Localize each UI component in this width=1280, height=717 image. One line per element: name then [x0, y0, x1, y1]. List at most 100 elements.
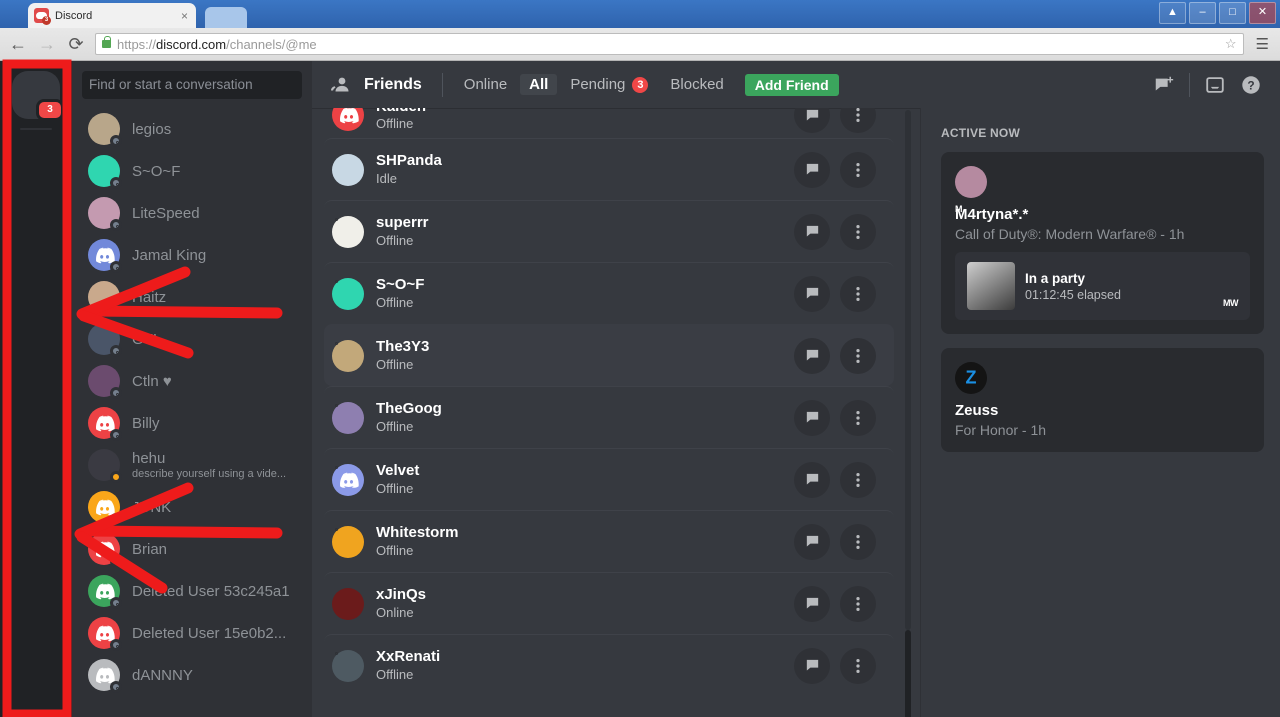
home-button[interactable]: 3 — [12, 71, 64, 121]
active-user: M4rtyna*.* Call of Duty®: Modern Warfare®… — [955, 166, 1250, 242]
status-indicator — [110, 387, 122, 399]
message-icon[interactable] — [794, 647, 830, 684]
dm-list-item[interactable]: hehu describe yourself using a vide... — [80, 444, 304, 486]
friend-name: XxRenati — [376, 648, 441, 665]
avatar — [88, 491, 122, 525]
friends-list[interactable]: KaidenOffline SHPandaIdle superrrOfflineS~… — [312, 108, 920, 717]
inbox-icon[interactable] — [1204, 74, 1226, 96]
game-artwork — [967, 262, 1015, 310]
friend-row[interactable]: TheGoog Offline — [324, 386, 894, 448]
message-icon[interactable] — [794, 399, 830, 436]
message-icon[interactable] — [794, 523, 830, 560]
add-friend-button[interactable]: Add Friend — [744, 73, 839, 96]
more-options-icon[interactable] — [840, 461, 876, 498]
browser-menu-icon[interactable]: ☰ — [1253, 35, 1272, 53]
more-options-icon[interactable] — [840, 151, 876, 188]
message-icon[interactable] — [794, 108, 830, 133]
dm-list-item[interactable]: dANNNY — [80, 654, 304, 696]
dm-list-item[interactable]: Deleted User 53c245a1 — [80, 570, 304, 612]
help-icon[interactable]: ? — [1240, 74, 1262, 96]
dm-list-item[interactable]: Haitz — [80, 276, 304, 318]
dm-list[interactable]: legios S~O~F LiteSpeed Jamal King Haitz GTI Ct… — [72, 108, 312, 717]
dm-list-item[interactable]: legios — [80, 108, 304, 150]
more-options-icon[interactable] — [840, 523, 876, 560]
party-title: In a party — [1025, 270, 1086, 286]
new-tab-button[interactable] — [205, 7, 247, 28]
dm-list-item[interactable]: Jamal King — [80, 234, 304, 276]
more-options-icon[interactable] — [840, 585, 876, 622]
avatar — [955, 166, 987, 198]
more-options-icon[interactable] — [840, 337, 876, 374]
friend-row[interactable]: KaidenOffline — [324, 108, 894, 138]
tab-pending[interactable]: Pending 3 — [561, 74, 657, 95]
browser-tabstrip: 3 Discord × ▲ – □ ✕ — [0, 0, 1280, 28]
dm-name: JUNK — [132, 498, 172, 516]
window-minimize-button[interactable]: – — [1189, 2, 1216, 24]
avatar — [88, 533, 122, 567]
dm-list-item[interactable]: Billy — [80, 402, 304, 444]
friend-status: Offline — [376, 480, 414, 496]
active-now-cards: M4rtyna*.* Call of Duty®: Modern Warfare®… — [941, 152, 1264, 452]
tab-online[interactable]: Online — [455, 74, 516, 95]
dm-list-item[interactable]: Deleted User 15e0b2... — [80, 612, 304, 654]
tab-label: Online — [463, 76, 508, 93]
row-actions — [794, 585, 876, 622]
row-actions — [794, 399, 876, 436]
new-dm-icon[interactable] — [1153, 74, 1175, 96]
forward-icon[interactable]: → — [37, 35, 57, 53]
more-options-icon[interactable] — [840, 213, 876, 250]
friend-row[interactable]: XxRenati Offline — [324, 634, 894, 696]
friend-row[interactable]: Velvet Offline — [324, 448, 894, 510]
avatar-initial: M — [955, 204, 963, 214]
message-icon[interactable] — [794, 461, 830, 498]
message-icon[interactable] — [794, 337, 830, 374]
status-indicator — [110, 639, 122, 651]
more-options-icon[interactable] — [840, 275, 876, 312]
avatar — [88, 659, 122, 693]
address-bar[interactable]: https://discord.com/channels/@me ☆ — [95, 33, 1244, 55]
friend-row[interactable]: xJinQs Online — [324, 572, 894, 634]
avatar — [88, 449, 122, 483]
scrollbar-thumb[interactable] — [905, 630, 911, 717]
avatar — [332, 108, 364, 131]
more-options-icon[interactable] — [840, 108, 876, 133]
tab-all[interactable]: All — [520, 74, 558, 95]
more-options-icon[interactable] — [840, 399, 876, 436]
dm-text: Deleted User 53c245a1 — [132, 583, 290, 600]
more-options-icon[interactable] — [840, 647, 876, 684]
dm-list-item[interactable]: S~O~F — [80, 150, 304, 192]
dm-list-item[interactable]: GTI — [80, 318, 304, 360]
dm-list-item[interactable]: Ctln ♥ — [80, 360, 304, 402]
dm-list-item[interactable]: Brian — [80, 528, 304, 570]
tab-blocked[interactable]: Blocked — [661, 74, 732, 95]
friend-row[interactable]: superrr Offline — [324, 200, 894, 262]
close-tab-icon[interactable]: × — [179, 9, 190, 23]
back-icon[interactable]: ← — [8, 35, 28, 53]
window-user-icon[interactable]: ▲ — [1159, 2, 1186, 24]
friends-scrollbar[interactable] — [904, 110, 912, 717]
browser-tab-discord[interactable]: 3 Discord × — [28, 3, 196, 28]
dm-name: GTI — [132, 330, 157, 348]
dm-name: legios — [132, 120, 172, 138]
dm-list-item[interactable]: LiteSpeed — [80, 192, 304, 234]
status-indicator — [110, 177, 122, 189]
active-now-card[interactable]: M4rtyna*.* Call of Duty®: Modern Warfare®… — [941, 152, 1264, 334]
message-icon[interactable] — [794, 275, 830, 312]
message-icon[interactable] — [794, 151, 830, 188]
friend-row[interactable]: SHPanda Idle — [324, 138, 894, 200]
reload-icon[interactable]: ⟳ — [66, 35, 86, 53]
bookmark-star-icon[interactable]: ☆ — [1225, 36, 1237, 52]
friend-row[interactable]: The3Y3 Offline — [324, 324, 894, 386]
friend-text: SHPanda Idle — [376, 152, 442, 187]
friend-row[interactable]: S~O~F Offline — [324, 262, 894, 324]
window-close-button[interactable]: ✕ — [1249, 2, 1276, 24]
friend-row[interactable]: Whitestorm Offline — [324, 510, 894, 572]
avatar — [332, 525, 364, 558]
active-now-card[interactable]: Z Zeuss For Honor - 1h — [941, 348, 1264, 452]
search-input[interactable]: Find or start a conversation — [82, 70, 302, 99]
message-icon[interactable] — [794, 213, 830, 250]
dm-list-item[interactable]: JUNK — [80, 486, 304, 528]
window-maximize-button[interactable]: □ — [1219, 2, 1246, 24]
status-indicator — [110, 429, 122, 441]
message-icon[interactable] — [794, 585, 830, 622]
